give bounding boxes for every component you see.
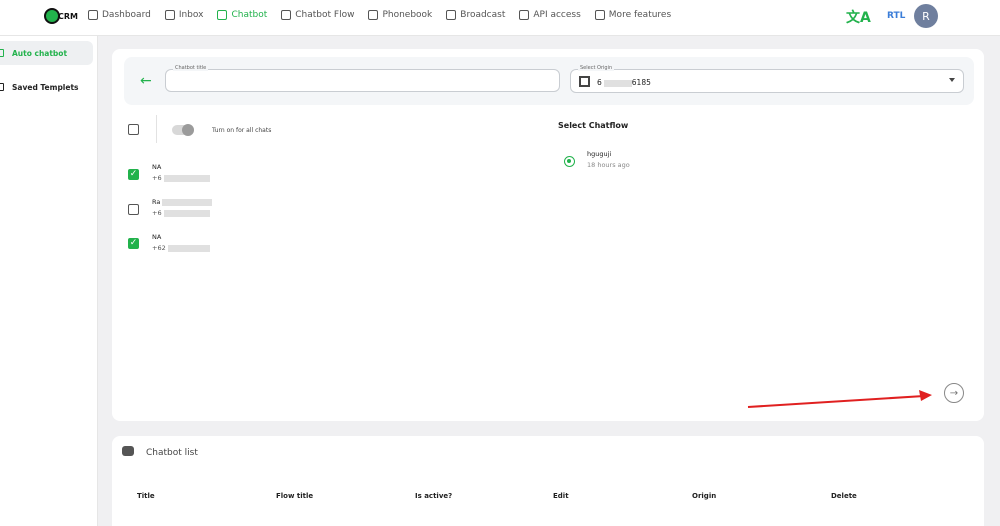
rtl-toggle[interactable]: RTL	[887, 11, 905, 21]
column-header-delete: Delete	[831, 492, 857, 500]
column-header-is-active: Is active?	[415, 492, 453, 500]
robot-icon	[217, 10, 228, 20]
contact-checkbox[interactable]: ✓	[128, 169, 139, 180]
chatflow-time: 18 hours ago	[587, 161, 630, 169]
nav-label: API access	[533, 10, 581, 20]
app-logo[interactable]: CRM	[44, 8, 78, 24]
chatbot-list-title: Chatbot list	[146, 448, 198, 458]
chatbot-title-field[interactable]: Chatbot title	[165, 65, 560, 92]
contact-phone: +6	[152, 209, 210, 217]
contact-phone: +6	[152, 174, 210, 182]
main-nav: Dashboard Inbox Chatbot Chatbot Flow Pho…	[88, 10, 671, 20]
phonebook-icon	[368, 10, 379, 20]
back-arrow-icon[interactable]: ←	[140, 73, 152, 89]
next-button[interactable]: →	[944, 383, 964, 403]
nav-label: Chatbot Flow	[295, 10, 355, 20]
logo-text: CRM	[58, 11, 78, 21]
translate-icon[interactable]: 文A	[846, 7, 871, 27]
more-icon	[594, 10, 605, 20]
column-header-flow-title: Flow title	[276, 492, 314, 500]
nav-inbox[interactable]: Inbox	[164, 10, 204, 20]
chevron-down-icon	[949, 78, 955, 82]
chatflow-name: hguguji	[587, 150, 612, 158]
sidebar-item-label: Auto chatbot	[12, 48, 68, 58]
nav-broadcast[interactable]: Broadcast	[446, 10, 505, 20]
annotation-arrow-icon	[747, 390, 932, 408]
flow-icon	[281, 10, 292, 20]
arrow-right-icon: →	[949, 387, 959, 399]
auto-chatbot-card: ← Chatbot title Select Origin 6 6185 Turn…	[112, 49, 984, 421]
sidebar-item-saved-templets[interactable]: Saved Templets	[0, 75, 93, 99]
nav-phonebook[interactable]: Phonebook	[368, 10, 432, 20]
nav-chatbot[interactable]: Chatbot	[217, 10, 267, 20]
sidebar: Auto chatbot Saved Templets	[0, 36, 98, 526]
chatbot-list-card: Chatbot list Title Flow title Is active?…	[112, 436, 984, 526]
select-chatflow-title: Select Chatflow	[558, 121, 629, 130]
nav-label: Phonebook	[382, 10, 433, 20]
dashboard-icon	[88, 10, 98, 20]
divider	[156, 115, 157, 143]
bot-icon	[0, 49, 4, 57]
nav-dashboard[interactable]: Dashboard	[88, 10, 151, 20]
column-header-edit: Edit	[553, 492, 569, 500]
select-all-checkbox[interactable]	[128, 124, 139, 135]
origin-select[interactable]: Select Origin 6 6185	[570, 65, 964, 93]
nav-api-access[interactable]: API access	[519, 10, 581, 20]
top-navbar: CRM Dashboard Inbox Chatbot Chatbot Flow…	[0, 0, 1000, 36]
nav-label: Dashboard	[102, 10, 151, 20]
origin-value: 6 6185	[597, 78, 651, 87]
all-chats-toggle[interactable]	[172, 124, 194, 136]
broadcast-icon	[446, 10, 457, 20]
contact-name: NA	[152, 163, 162, 171]
nav-more-features[interactable]: More features	[594, 10, 672, 20]
origin-label: Select Origin	[578, 65, 615, 71]
template-icon	[0, 83, 4, 91]
api-icon	[519, 10, 530, 20]
nav-label: Chatbot	[231, 10, 268, 20]
nav-label: Inbox	[178, 10, 204, 20]
inbox-icon	[164, 10, 175, 20]
contact-name: NA	[152, 233, 162, 241]
contact-checkbox[interactable]: ✓	[128, 238, 139, 249]
nav-chatbot-flow[interactable]: Chatbot Flow	[281, 10, 354, 20]
avatar[interactable]: R	[914, 4, 938, 28]
toggle-knob	[182, 124, 194, 136]
contact-checkbox[interactable]	[128, 204, 139, 215]
chatbot-form-header: ← Chatbot title Select Origin 6 6185	[124, 57, 974, 105]
column-header-title: Title	[137, 492, 155, 500]
toggle-label: Turn on for all chats	[212, 127, 272, 134]
contact-phone: +62	[152, 244, 210, 252]
chatflow-radio[interactable]	[564, 156, 575, 167]
chatbot-title-label: Chatbot title	[173, 65, 209, 71]
sidebar-item-label: Saved Templets	[12, 82, 79, 92]
contact-name: Ra	[152, 198, 213, 206]
qr-code-icon	[579, 76, 590, 87]
robot-icon	[122, 446, 134, 456]
sidebar-item-auto-chatbot[interactable]: Auto chatbot	[0, 41, 93, 65]
nav-label: Broadcast	[460, 10, 506, 20]
column-header-origin: Origin	[692, 492, 717, 500]
nav-label: More features	[608, 10, 672, 20]
